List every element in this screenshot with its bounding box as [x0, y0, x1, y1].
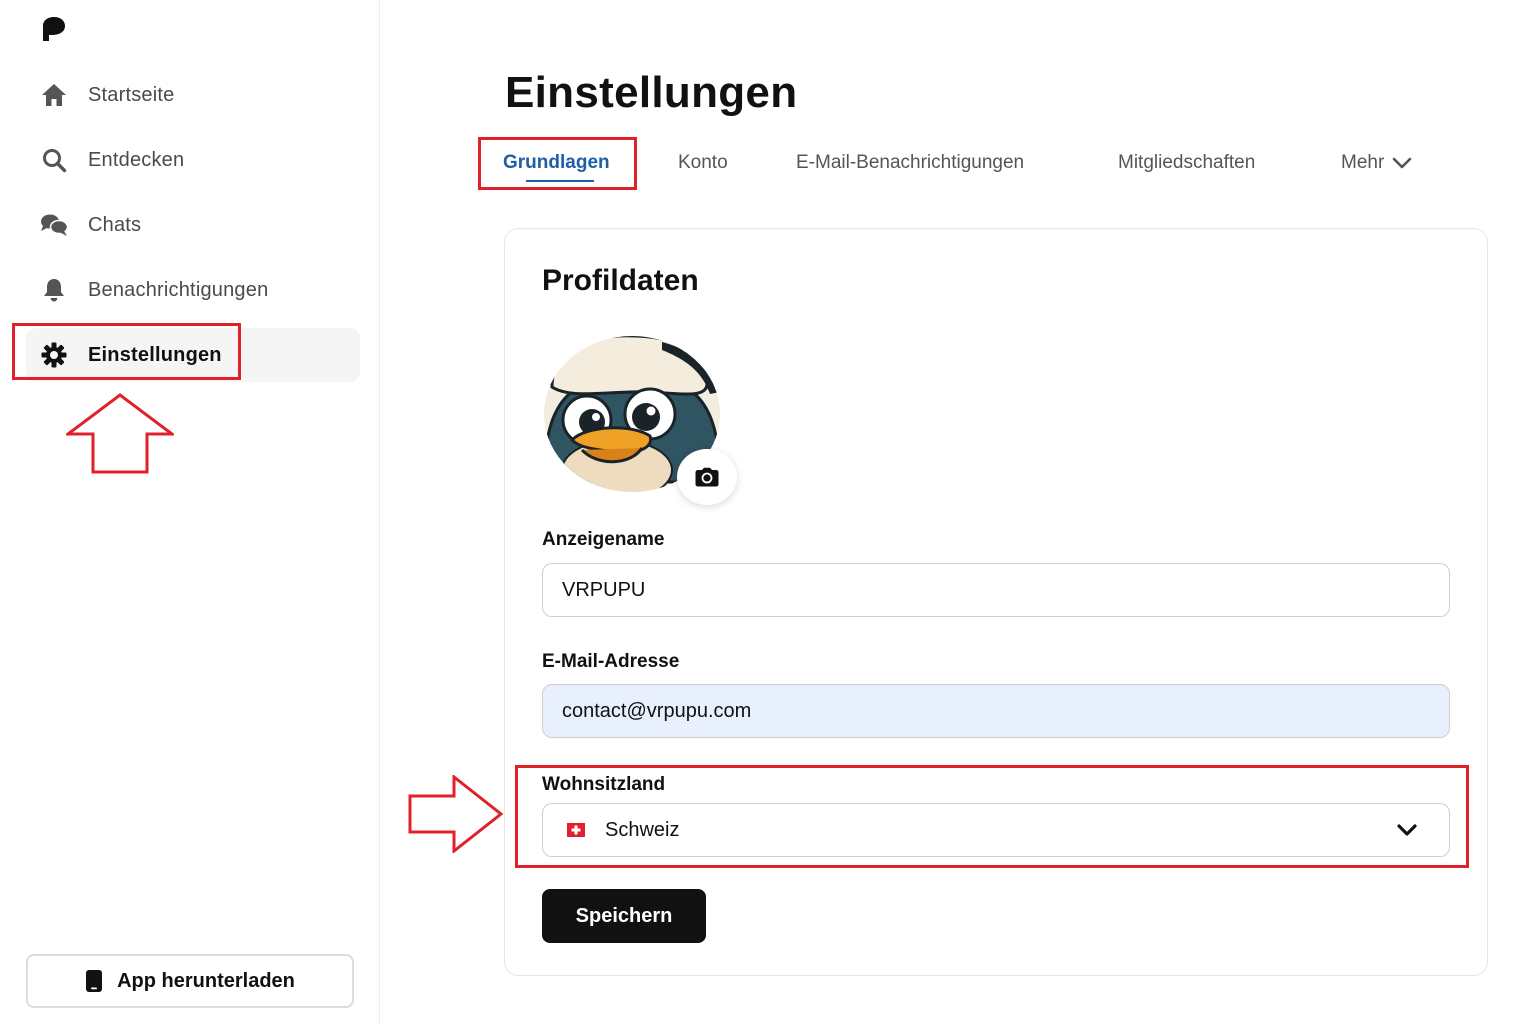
- tab-label: Grundlagen: [503, 152, 610, 173]
- tab-label: Mitgliedschaften: [1118, 152, 1256, 173]
- tab-label: Konto: [678, 152, 728, 173]
- page-title: Einstellungen: [505, 68, 798, 117]
- sidebar-item-chats[interactable]: Chats: [26, 198, 360, 252]
- sidebar-item-benachrichtigungen[interactable]: Benachrichtigungen: [26, 263, 360, 317]
- app-download-button[interactable]: App herunterladen: [26, 954, 354, 1008]
- tab-label: E-Mail-Benachrichtigungen: [796, 152, 1025, 173]
- sidebar-item-label: Chats: [88, 213, 142, 236]
- app-download-label: App herunterladen: [117, 969, 295, 992]
- home-icon: [40, 81, 68, 109]
- display-name-input[interactable]: [542, 563, 1450, 617]
- country-label: Wohnsitzland: [542, 774, 666, 795]
- email-input[interactable]: [542, 684, 1450, 738]
- chevron-down-icon: [1392, 157, 1412, 169]
- country-select[interactable]: Schweiz: [542, 803, 1450, 857]
- tab-label: Mehr: [1341, 152, 1385, 173]
- sidebar-item-label: Startseite: [88, 83, 175, 106]
- sidebar-item-entdecken[interactable]: Entdecken: [26, 133, 360, 187]
- email-label: E-Mail-Adresse: [542, 651, 680, 672]
- sidebar-item-label: Benachrichtigungen: [88, 278, 269, 301]
- sidebar-item-einstellungen[interactable]: Einstellungen: [26, 328, 360, 382]
- tab-konto[interactable]: Konto: [678, 138, 728, 188]
- display-name-label: Anzeigename: [542, 529, 665, 550]
- gear-icon: [40, 341, 68, 369]
- tab-mitgliedschaften[interactable]: Mitgliedschaften: [1118, 138, 1255, 188]
- swiss-flag-icon: [567, 823, 585, 837]
- save-button[interactable]: Speichern: [542, 889, 706, 943]
- phone-icon: [86, 970, 103, 992]
- annotation-arrow-up-icon: [66, 393, 174, 474]
- annotation-arrow-right-icon: [408, 775, 504, 853]
- bell-icon: [40, 276, 68, 304]
- tab-mehr[interactable]: Mehr: [1341, 138, 1412, 188]
- change-avatar-button[interactable]: [677, 449, 737, 505]
- app-root: Startseite Entdecken Chats Benachrichtig…: [0, 0, 1536, 1024]
- camera-icon: [695, 467, 719, 487]
- chat-bubbles-icon: [40, 211, 68, 239]
- country-select-value: Schweiz: [605, 818, 680, 841]
- sidebar-item-startseite[interactable]: Startseite: [26, 68, 360, 122]
- active-tab-underline: [526, 180, 594, 182]
- sidebar-item-label: Einstellungen: [88, 343, 222, 366]
- chevron-down-icon: [1397, 824, 1417, 836]
- logo-icon[interactable]: [40, 16, 66, 42]
- search-icon: [40, 146, 68, 174]
- tab-email-benachrichtigungen[interactable]: E-Mail-Benachrichtigungen: [796, 138, 1024, 188]
- sidebar: Startseite Entdecken Chats Benachrichtig…: [0, 0, 380, 1024]
- sidebar-item-label: Entdecken: [88, 148, 185, 171]
- profile-section-title: Profildaten: [542, 264, 699, 297]
